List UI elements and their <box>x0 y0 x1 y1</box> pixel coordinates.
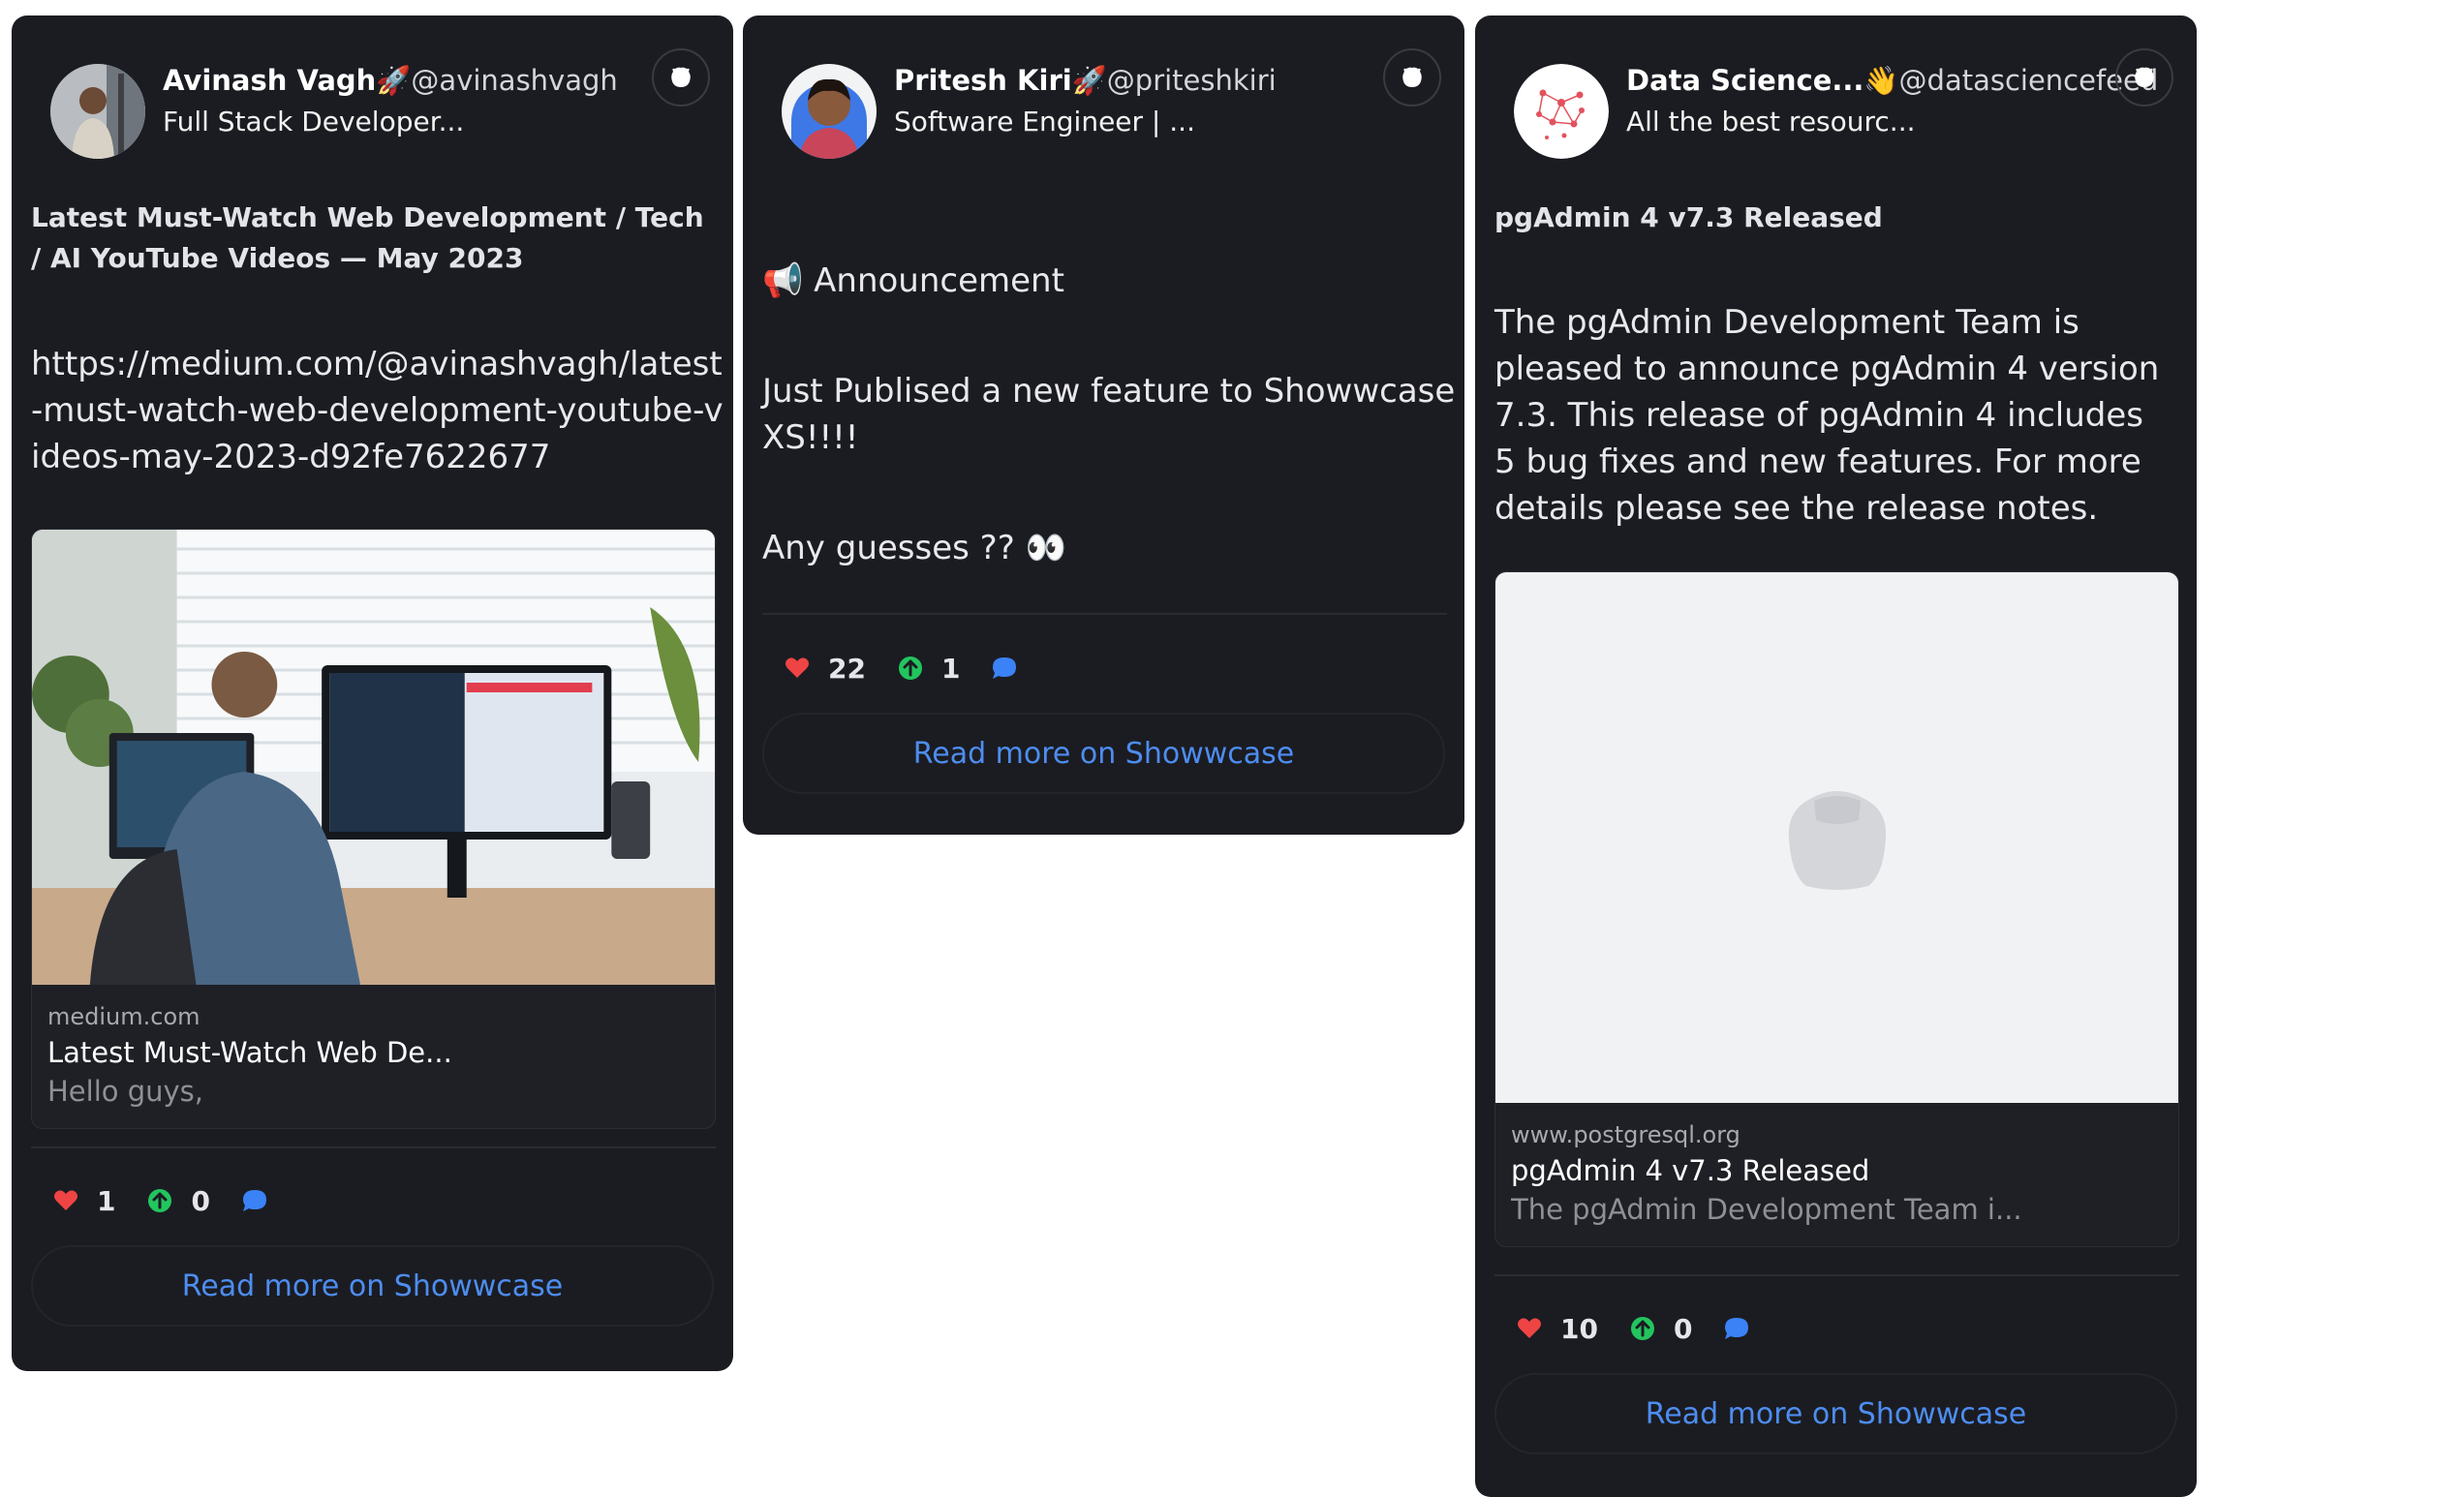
author-name[interactable]: Pritesh Kiri🚀 <box>894 64 1107 97</box>
preview-domain: medium.com <box>47 1003 200 1030</box>
like-count: 1 <box>97 1184 116 1217</box>
author-line: Avinash Vagh🚀@avinashvagh <box>163 64 618 98</box>
preview-title: pgAdmin 4 v7.3 Released <box>1511 1154 1870 1187</box>
post-paragraph: Just Publised a new feature to Showwcase… <box>762 372 1456 457</box>
upvote-icon[interactable] <box>146 1187 173 1214</box>
post-card[interactable]: Pritesh Kiri🚀@priteshkiri Software Engin… <box>743 15 1464 835</box>
author-line: Data Science...👋@datasciencefeed <box>1626 64 2158 98</box>
preview-description: The pgAdmin Development Team i... <box>1511 1193 2022 1226</box>
like-count: 10 <box>1560 1312 1598 1345</box>
preview-domain: www.postgresql.org <box>1511 1121 1740 1148</box>
author-bio: Full Stack Developer... <box>163 106 465 137</box>
heart-icon[interactable] <box>1516 1315 1543 1342</box>
post-paragraph: The pgAdmin Development Team is pleased … <box>1494 303 2160 528</box>
read-more-button[interactable]: Read more on Showwcase <box>1494 1373 2177 1454</box>
author-line: Pritesh Kiri🚀@priteshkiri <box>894 64 1277 98</box>
showwcase-logo-button[interactable] <box>1383 48 1441 107</box>
upvote-count: 1 <box>940 652 961 685</box>
divider <box>1494 1274 2179 1276</box>
preview-image <box>32 530 715 985</box>
avatar[interactable] <box>50 64 145 159</box>
read-more-button[interactable]: Read more on Showwcase <box>762 713 1445 794</box>
post-paragraph: 📢 Announcement <box>762 261 1064 300</box>
upvote-count: 0 <box>1673 1312 1693 1345</box>
post-body: The pgAdmin Development Team is pleased … <box>1494 299 2170 532</box>
preview-meta: medium.com Latest Must-Watch Web De... H… <box>32 985 715 1128</box>
post-stats: 22 1 <box>784 649 1018 687</box>
post-stats: 1 0 <box>52 1181 268 1220</box>
comment-icon[interactable] <box>1723 1315 1750 1342</box>
author-name[interactable]: Avinash Vagh🚀 <box>163 64 411 97</box>
post-body: 📢 Announcement Just Publised a new featu… <box>762 258 1457 571</box>
divider <box>762 613 1447 615</box>
post-paragraph: Any guesses ?? 👀 <box>762 529 1066 567</box>
author-bio: Software Engineer | ... <box>894 106 1195 137</box>
avatar[interactable] <box>782 64 877 159</box>
comment-icon[interactable] <box>241 1187 268 1214</box>
link-preview[interactable]: medium.com Latest Must-Watch Web De... H… <box>31 529 716 1129</box>
upvote-icon[interactable] <box>1629 1315 1656 1342</box>
preview-description: Hello guys, <box>47 1075 204 1108</box>
post-title: Latest Must-Watch Web Development / Tech… <box>31 201 704 274</box>
read-more-button[interactable]: Read more on Showwcase <box>31 1245 714 1327</box>
showwcase-logo-button[interactable] <box>652 48 710 107</box>
bag-placeholder-icon <box>1788 791 1886 890</box>
post-card[interactable]: Data Science...👋@datasciencefeed All the… <box>1475 15 2197 1497</box>
heart-icon[interactable] <box>52 1187 79 1214</box>
showwcase-logo-icon <box>1402 67 1422 87</box>
showwcase-logo-icon <box>2135 67 2154 87</box>
showwcase-logo-button[interactable] <box>2115 48 2173 107</box>
post-body: https://medium.com/@avinashvagh/latest-m… <box>31 341 725 480</box>
upvote-icon[interactable] <box>897 655 924 682</box>
link-preview[interactable]: www.postgresql.org pgAdmin 4 v7.3 Releas… <box>1494 571 2179 1247</box>
author-handle[interactable]: @priteshkiri <box>1107 64 1277 97</box>
post-stats: 10 0 <box>1516 1309 1750 1348</box>
avatar[interactable] <box>1514 64 1609 159</box>
heart-icon[interactable] <box>784 655 811 682</box>
showwcase-logo-icon <box>671 67 691 87</box>
post-link-text[interactable]: https://medium.com/@avinashvagh/latest-m… <box>31 341 725 480</box>
author-name[interactable]: Data Science...👋 <box>1626 64 1899 97</box>
author-handle[interactable]: @avinashvagh <box>411 64 617 97</box>
preview-meta: www.postgresql.org pgAdmin 4 v7.3 Releas… <box>1495 1103 2178 1246</box>
comment-icon[interactable] <box>991 655 1018 682</box>
post-title: pgAdmin 4 v7.3 Released <box>1494 201 1883 233</box>
upvote-count: 0 <box>191 1184 210 1217</box>
author-bio: All the best resourc... <box>1626 106 1916 137</box>
post-card[interactable]: Avinash Vagh🚀@avinashvagh Full Stack Dev… <box>12 15 733 1371</box>
preview-image-placeholder <box>1495 572 2178 1103</box>
like-count: 22 <box>828 652 866 685</box>
preview-title: Latest Must-Watch Web De... <box>47 1036 452 1069</box>
divider <box>31 1146 716 1148</box>
